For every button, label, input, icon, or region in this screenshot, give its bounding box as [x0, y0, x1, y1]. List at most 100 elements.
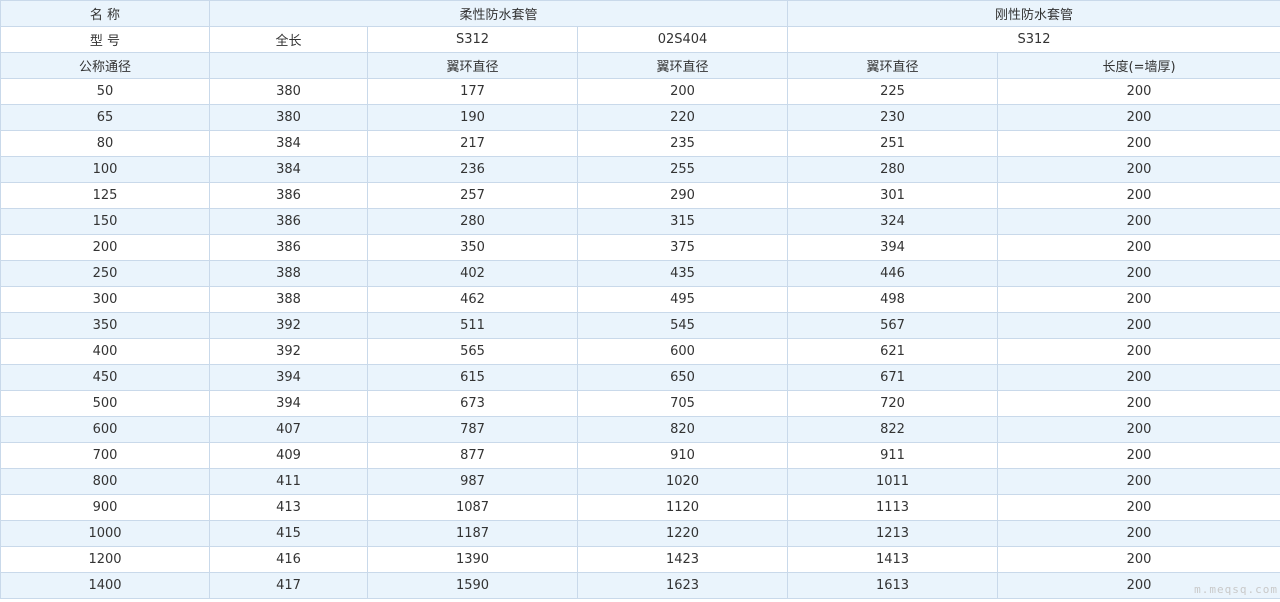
table-cell: 324	[787, 208, 999, 235]
table-cell: 673	[367, 390, 578, 417]
table-row: 400 392 565 600 621 200	[0, 338, 1280, 365]
table-cell: 545	[576, 312, 789, 339]
table-row: 1400 417 1590 1623 1613 200	[0, 572, 1280, 599]
table-row: 80 384 217 235 251 200	[0, 130, 1280, 157]
table-cell: 407	[209, 416, 368, 443]
table-cell: 394	[787, 234, 999, 261]
table-cell: 565	[367, 338, 578, 365]
table-cell: 820	[576, 416, 789, 443]
watermark: m.meqsq.com	[1194, 583, 1278, 596]
table-cell: 413	[209, 494, 368, 521]
table-cell: 280	[787, 156, 999, 183]
table-cell: 200	[997, 182, 1280, 209]
table-cell: 125	[0, 182, 210, 209]
table-cell: 280	[367, 208, 578, 235]
header-wing-dia-cell: 翼环直径	[787, 52, 999, 79]
table-cell: 65	[0, 104, 210, 131]
header-row-columns: 公称通径 翼环直径 翼环直径 翼环直径 长度(=墙厚)	[0, 52, 1280, 79]
table-cell: 392	[209, 312, 368, 339]
table-cell: 700	[0, 442, 210, 469]
table-cell: 1213	[787, 520, 999, 547]
table-cell: 567	[787, 312, 999, 339]
header-wing-dia-cell: 翼环直径	[576, 52, 789, 79]
table-cell: 671	[787, 364, 999, 391]
table-cell: 200	[997, 104, 1280, 131]
table-cell: 1613	[787, 572, 999, 599]
table-cell: 190	[367, 104, 578, 131]
table-cell: 200	[997, 78, 1280, 105]
table-cell: 315	[576, 208, 789, 235]
table-cell: 394	[209, 390, 368, 417]
table-row: 300 388 462 495 498 200	[0, 286, 1280, 313]
table-cell: 900	[0, 494, 210, 521]
table-cell: 987	[367, 468, 578, 495]
table-cell: 446	[787, 260, 999, 287]
table-cell: 800	[0, 468, 210, 495]
table-cell: 200	[997, 338, 1280, 365]
table-cell: 200	[997, 130, 1280, 157]
table-row: 65 380 190 220 230 200	[0, 104, 1280, 131]
header-wing-dia-cell: 翼环直径	[367, 52, 578, 79]
table-cell: 200	[997, 520, 1280, 547]
table-cell: 220	[576, 104, 789, 131]
table-cell: 375	[576, 234, 789, 261]
table-cell: 1187	[367, 520, 578, 547]
table-cell: 621	[787, 338, 999, 365]
table-row: 450 394 615 650 671 200	[0, 364, 1280, 391]
table-cell: 409	[209, 442, 368, 469]
table-cell: 200	[997, 390, 1280, 417]
table-row: 50 380 177 200 225 200	[0, 78, 1280, 105]
table-cell: 705	[576, 390, 789, 417]
header-rigid-cell: 刚性防水套管	[787, 0, 1280, 27]
table-cell: 822	[787, 416, 999, 443]
table-cell: 350	[0, 312, 210, 339]
table-cell: 200	[997, 312, 1280, 339]
table-cell: 1087	[367, 494, 578, 521]
table-cell: 50	[0, 78, 210, 105]
table-cell: 200	[997, 208, 1280, 235]
table-cell: 386	[209, 234, 368, 261]
table-cell: 450	[0, 364, 210, 391]
table-cell: 177	[367, 78, 578, 105]
table-cell: 1590	[367, 572, 578, 599]
table-row: 1000 415 1187 1220 1213 200	[0, 520, 1280, 547]
table-cell: 495	[576, 286, 789, 313]
table-cell: 600	[0, 416, 210, 443]
header-blank-cell	[209, 52, 368, 79]
table-cell: 384	[209, 130, 368, 157]
table-cell: 498	[787, 286, 999, 313]
table-cell: 80	[0, 130, 210, 157]
table-cell: 200	[997, 494, 1280, 521]
table-cell: 384	[209, 156, 368, 183]
table-cell: 600	[576, 338, 789, 365]
table-row: 150 386 280 315 324 200	[0, 208, 1280, 235]
table-cell: 615	[367, 364, 578, 391]
table-cell: 1390	[367, 546, 578, 573]
table-cell: 250	[0, 260, 210, 287]
table-cell: 200	[997, 260, 1280, 287]
table-cell: 200	[0, 234, 210, 261]
table-cell: 225	[787, 78, 999, 105]
table-cell: 650	[576, 364, 789, 391]
table-cell: 257	[367, 182, 578, 209]
table-cell: 500	[0, 390, 210, 417]
table-row: 600 407 787 820 822 200	[0, 416, 1280, 443]
table-row: 250 388 402 435 446 200	[0, 260, 1280, 287]
table-cell: 1011	[787, 468, 999, 495]
table-cell: 1113	[787, 494, 999, 521]
header-total-length-cell: 全长	[209, 26, 368, 53]
table-cell: 415	[209, 520, 368, 547]
table-cell: 380	[209, 78, 368, 105]
header-02s404-cell: 02S404	[576, 26, 789, 53]
table-cell: 301	[787, 182, 999, 209]
header-rigid-s312-cell: S312	[787, 26, 1280, 53]
table-row: 100 384 236 255 280 200	[0, 156, 1280, 183]
table-cell: 200	[997, 156, 1280, 183]
table-cell: 200	[997, 546, 1280, 573]
table-cell: 290	[576, 182, 789, 209]
table-cell: 1120	[576, 494, 789, 521]
table-cell: 1020	[576, 468, 789, 495]
header-row-name: 名 称 柔性防水套管 刚性防水套管	[0, 0, 1280, 27]
table-cell: 511	[367, 312, 578, 339]
table-cell: 435	[576, 260, 789, 287]
